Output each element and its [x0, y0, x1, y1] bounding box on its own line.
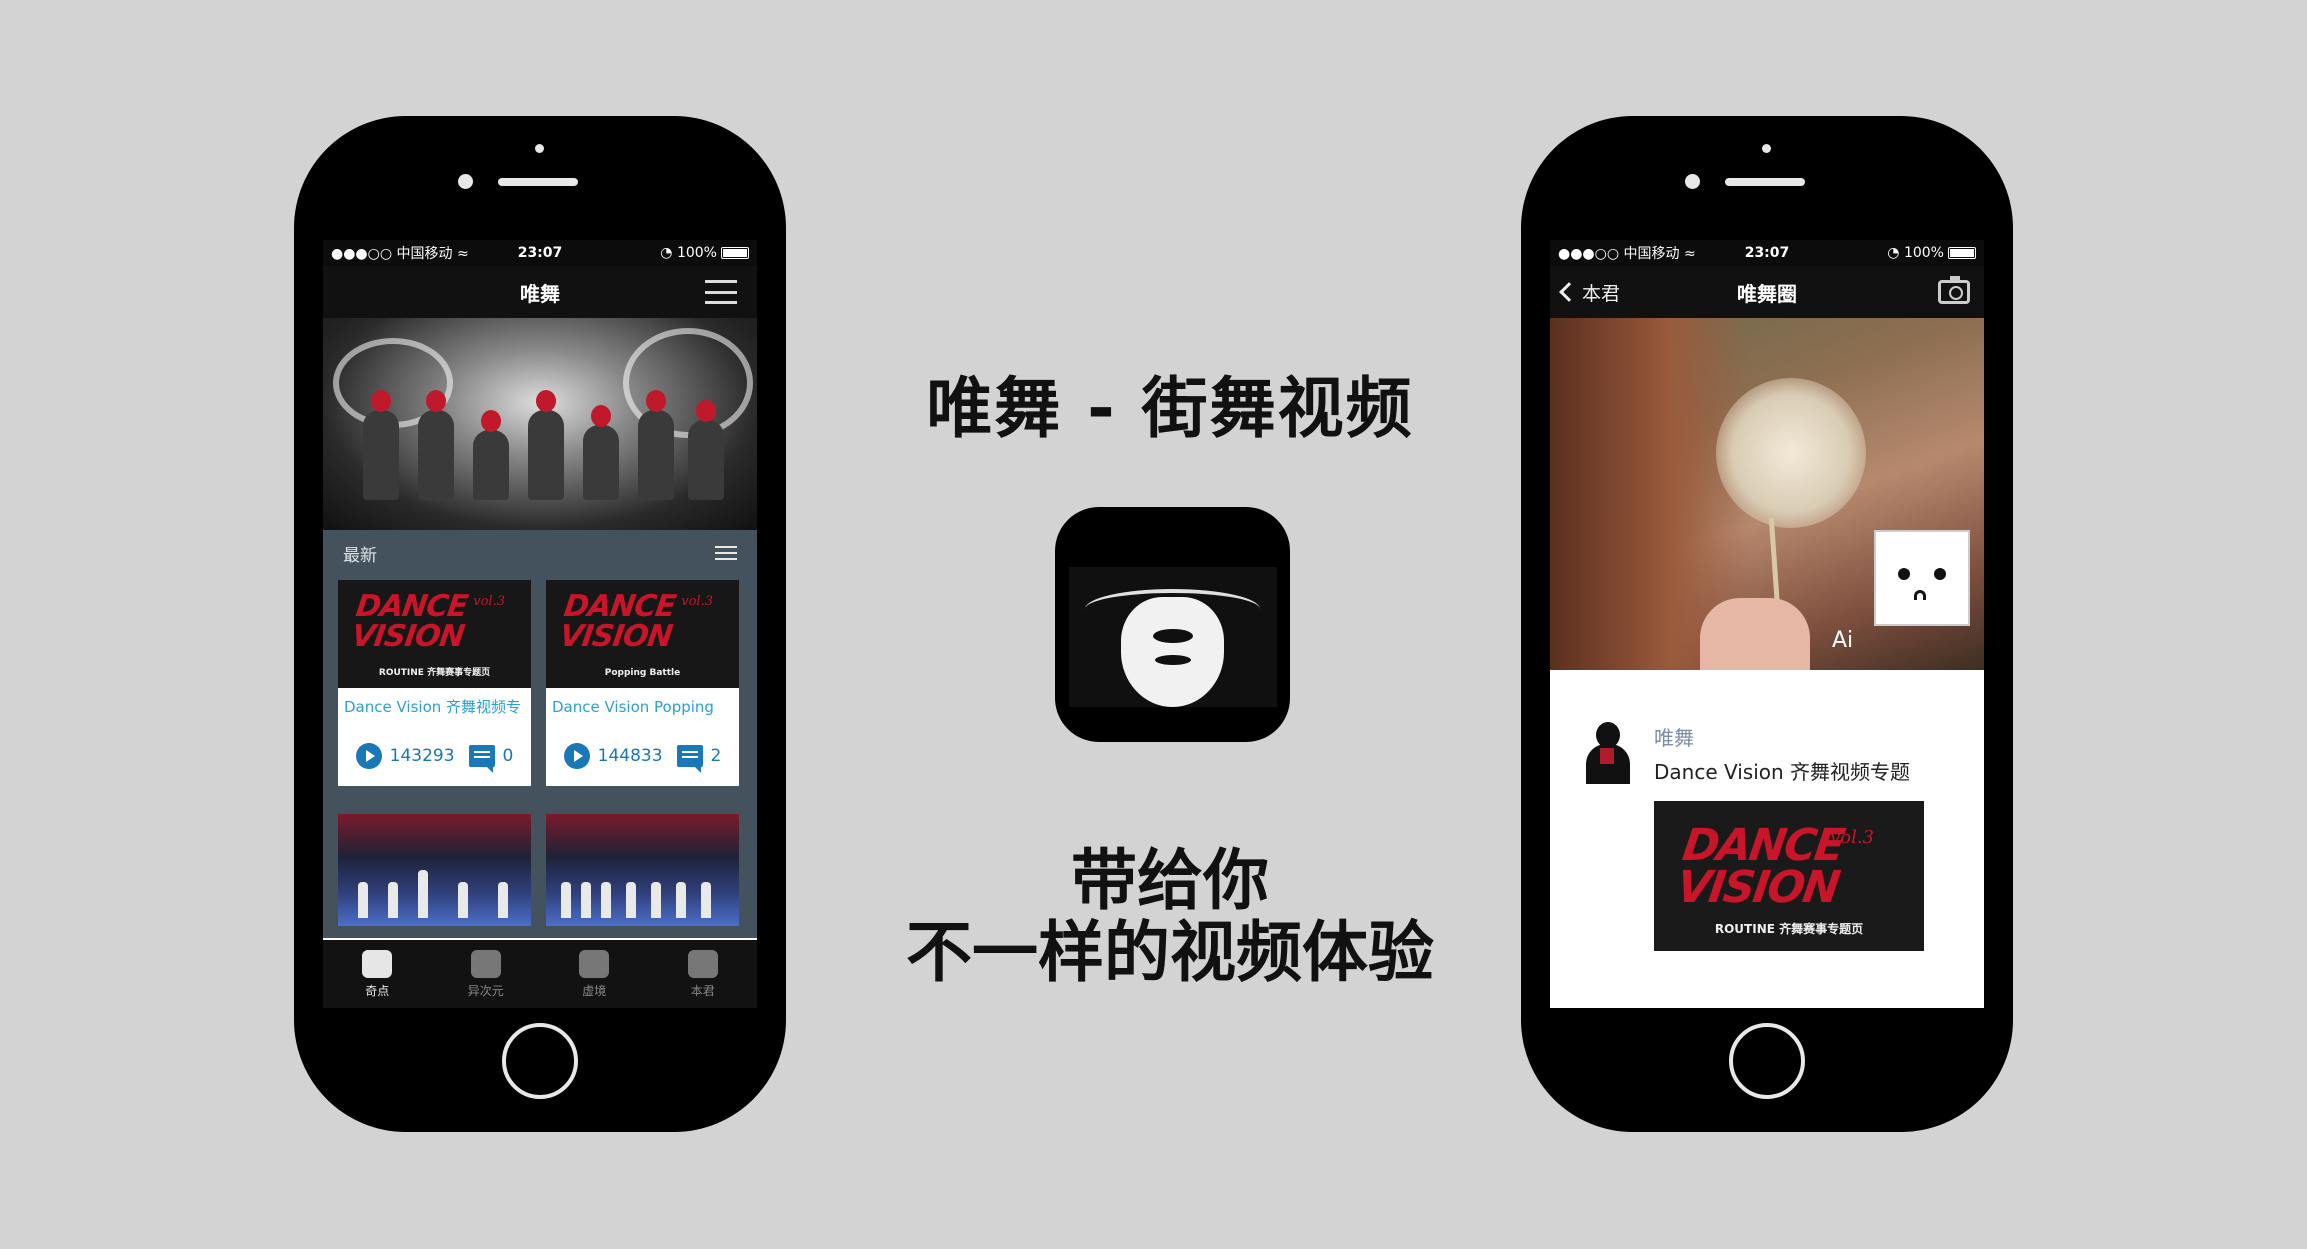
comment-count: 2: [710, 746, 722, 766]
tab-label: 奇点: [365, 983, 390, 998]
section-title: 最新: [343, 545, 377, 566]
comment-icon[interactable]: [676, 745, 703, 773]
video-thumbnail: [338, 814, 531, 926]
video-card[interactable]: [546, 814, 739, 926]
dancer-figure: [418, 390, 454, 500]
back-button[interactable]: 本君: [1559, 266, 1621, 318]
left-phone: ●●●○○ 中国移动 ≈ 23:07 ◔ 100% 唯舞 最新 DANCE VI…: [294, 116, 786, 1132]
video-title[interactable]: Dance Vision Popping: [546, 688, 739, 726]
comment-count: 0: [502, 746, 514, 766]
section-header: 最新: [323, 530, 757, 576]
right-phone: ●●●○○ 中国移动 ≈ 23:07 ◔ 100% 本君 唯舞圈 Ai 唯舞 D…: [1521, 116, 2013, 1132]
hands-icon: [362, 949, 393, 978]
play-count: 144833: [597, 746, 663, 766]
dancer-figure: [528, 390, 564, 500]
dancer-figure: [688, 400, 724, 500]
page-title: 唯舞: [520, 281, 560, 306]
hamburger-menu-icon[interactable]: [705, 280, 737, 304]
clap-icon: [470, 949, 501, 978]
video-title[interactable]: Dance Vision 齐舞视频专: [338, 688, 531, 726]
home-button[interactable]: [502, 1023, 578, 1099]
carrier-label: ●●●○○ 中国移动 ≈: [331, 246, 469, 262]
tab-qidian[interactable]: 奇点: [323, 940, 432, 1008]
app-logo-icon: [1055, 507, 1290, 742]
proximity-sensor: [535, 144, 544, 153]
post-text: Dance Vision 齐舞视频专题: [1654, 760, 1911, 784]
profile-icon: [687, 949, 718, 978]
video-card[interactable]: [338, 814, 531, 926]
camera-icon[interactable]: [1938, 276, 1970, 304]
post-image[interactable]: DANCE VISION vol.3 ROUTINE 齐舞赛事专题页: [1654, 801, 1924, 951]
tab-xujing[interactable]: 虚境: [540, 940, 649, 1008]
play-count: 143293: [389, 746, 455, 766]
right-screen: ●●●○○ 中国移动 ≈ 23:07 ◔ 100% 本君 唯舞圈 Ai 唯舞 D…: [1550, 240, 1984, 1008]
front-camera: [1685, 174, 1700, 189]
status-bar: ●●●○○ 中国移动 ≈ 23:07 ◔ 100%: [323, 240, 757, 266]
thumb-subtitle: Popping Battle: [604, 668, 681, 678]
video-stats: 143293 0: [338, 726, 531, 786]
post-image-title: DANCE VISION: [1673, 820, 1847, 913]
post-image-subtitle: ROUTINE 齐舞赛事专题页: [1714, 922, 1864, 936]
nav-bar: 唯舞: [323, 266, 757, 318]
tab-label: 本君: [690, 983, 715, 998]
tab-benjun[interactable]: 本君: [649, 940, 758, 1008]
video-thumbnail: DANCE VISION vol.3 ROUTINE 齐舞赛事专题页: [338, 580, 531, 688]
tab-label: 异次元: [467, 983, 504, 998]
earpiece-speaker: [498, 178, 578, 186]
play-icon[interactable]: [355, 743, 382, 769]
slogan-line-1: 带给你: [1071, 842, 1269, 919]
post-username[interactable]: 唯舞: [1654, 722, 1984, 751]
list-view-icon[interactable]: [715, 546, 737, 560]
app-title: 唯舞 - 街舞视频: [926, 370, 1414, 447]
video-card[interactable]: DANCE VISION vol.3 ROUTINE 齐舞赛事专题页 Dance…: [338, 580, 531, 786]
cover-watermark: Ai: [1832, 628, 1854, 653]
battery-icon: [721, 247, 749, 259]
slogan-line-2: 不一样的视频体验: [906, 914, 1434, 991]
thumb-vol: vol.3: [473, 594, 505, 609]
thumb-vol: vol.3: [681, 594, 713, 609]
battery-label: ◔ 100%: [1887, 245, 1944, 261]
chevron-left-icon: [1559, 282, 1579, 302]
tab-label: 虚境: [582, 983, 607, 998]
left-screen: ●●●○○ 中国移动 ≈ 23:07 ◔ 100% 唯舞 最新 DANCE VI…: [323, 240, 757, 1008]
home-button[interactable]: [1729, 1023, 1805, 1099]
mask-icon: [579, 949, 610, 978]
status-bar: ●●●○○ 中国移动 ≈ 23:07 ◔ 100%: [1550, 240, 1984, 266]
thumb-subtitle: ROUTINE 齐舞赛事专题页: [378, 668, 491, 678]
video-card[interactable]: DANCE VISION vol.3 Popping Battle Dance …: [546, 580, 739, 786]
post-image-vol: vol.3: [1830, 827, 1874, 848]
nav-bar: 本君 唯舞圈: [1550, 266, 1984, 318]
video-thumbnail: DANCE VISION vol.3 Popping Battle: [546, 580, 739, 688]
page-title: 唯舞圈: [1737, 281, 1797, 306]
dancer-figure: [583, 405, 619, 500]
feed-post: 唯舞 Dance Vision 齐舞视频专题 DANCE VISION vol.…: [1550, 670, 1984, 951]
avatar[interactable]: [1582, 722, 1634, 784]
tab-bar: 奇点 异次元 虚境 本君: [323, 940, 757, 1008]
battery-icon: [1948, 247, 1976, 259]
comment-icon[interactable]: [468, 745, 495, 773]
profile-avatar[interactable]: [1874, 530, 1970, 626]
earpiece-speaker: [1725, 178, 1805, 186]
proximity-sensor: [1762, 144, 1771, 153]
dancer-figure: [638, 390, 674, 500]
back-label: 本君: [1582, 282, 1621, 305]
tab-yiciyuan[interactable]: 异次元: [432, 940, 541, 1008]
slogan: 带给你 不一样的视频体验: [860, 845, 1480, 989]
front-camera: [458, 174, 473, 189]
video-thumbnail: [546, 814, 739, 926]
play-icon[interactable]: [563, 743, 590, 769]
dancer-figure: [473, 410, 509, 500]
battery-label: ◔ 100%: [660, 245, 717, 261]
carrier-label: ●●●○○ 中国移动 ≈: [1558, 246, 1696, 262]
video-stats: 144833 2: [546, 726, 739, 786]
hero-banner[interactable]: [323, 318, 757, 530]
dancer-figure: [363, 390, 399, 500]
video-grid: DANCE VISION vol.3 ROUTINE 齐舞赛事专题页 Dance…: [323, 576, 757, 938]
